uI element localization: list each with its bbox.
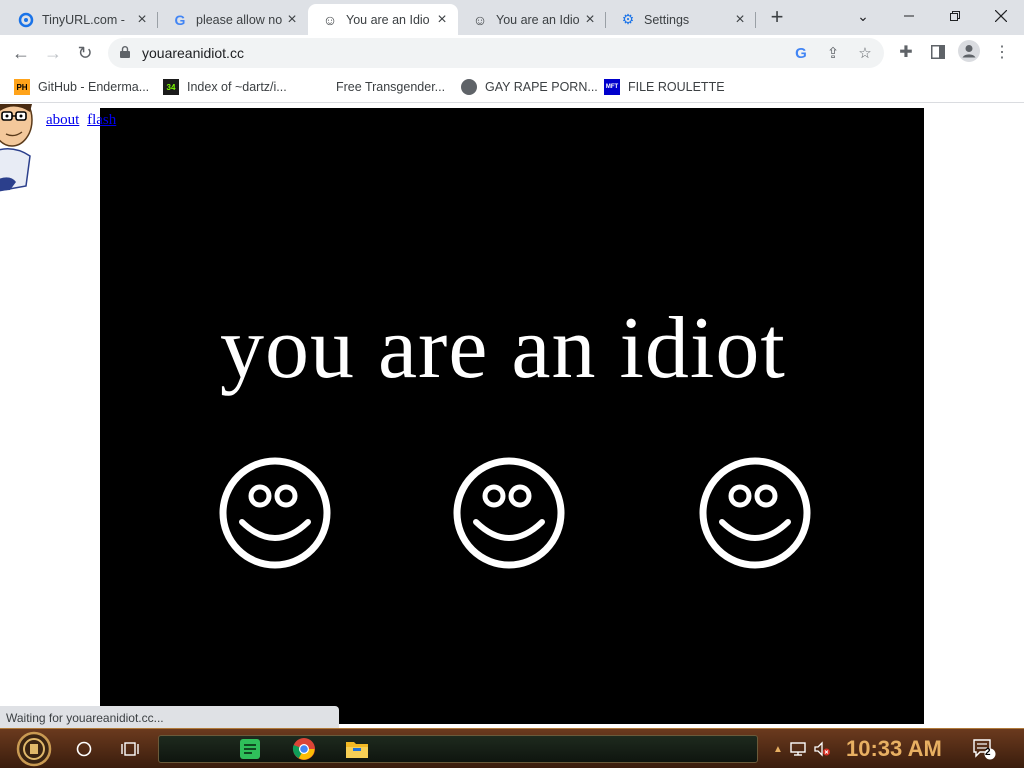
- close-tab-icon[interactable]: ×: [134, 11, 150, 28]
- close-window-button[interactable]: [978, 0, 1024, 32]
- tab-tinyurl[interactable]: TinyURL.com - ×: [4, 4, 158, 35]
- url-text[interactable]: youareanidiot.cc: [142, 45, 244, 61]
- smiley-face-icon: [219, 457, 331, 569]
- lock-icon[interactable]: [120, 46, 130, 58]
- bookmark-label: FILE ROULETTE: [628, 80, 725, 94]
- close-tab-icon[interactable]: ×: [582, 11, 598, 28]
- smiley-face-icon: [699, 457, 811, 569]
- close-tab-icon[interactable]: ×: [434, 11, 450, 28]
- site-favicon-icon: [312, 79, 328, 95]
- tinyurl-icon: [18, 12, 34, 28]
- ph-logo-icon: PH: [14, 79, 30, 95]
- bookmarks-bar: PH GitHub - Enderma... 34 Index of ~dart…: [0, 71, 1024, 103]
- google-lens-icon[interactable]: G: [791, 43, 811, 63]
- tab-separator: [755, 12, 756, 28]
- bookmark-label: GitHub - Enderma...: [38, 80, 150, 94]
- page-links: about flash: [46, 112, 120, 129]
- smiley-icon: ☺: [472, 11, 488, 28]
- tab-you-are-an-idiot[interactable]: ☺ You are an Idio ×: [458, 4, 606, 35]
- back-arrow-icon[interactable]: ←: [8, 40, 34, 66]
- close-tab-icon[interactable]: ×: [284, 11, 300, 28]
- globe-icon: [461, 79, 477, 95]
- reload-icon[interactable]: ↻: [72, 40, 98, 66]
- web-page: you are an idiot about flash: [0, 104, 1024, 728]
- gear-icon: ⚙: [621, 11, 635, 27]
- bookmark-github[interactable]: PH GitHub - Enderma...: [14, 77, 149, 97]
- sticky-notes-app-icon[interactable]: [236, 735, 264, 763]
- cartoon-mascot-image: [0, 104, 33, 192]
- smiley-icon: ☺: [322, 11, 338, 28]
- tab-title: Settings: [644, 12, 690, 27]
- index-site-icon: 34: [163, 79, 179, 95]
- close-tab-icon[interactable]: ×: [732, 11, 748, 28]
- about-link[interactable]: about: [46, 112, 79, 128]
- tab-title: please allow no: [196, 12, 283, 27]
- bookmark-label: Free Transgender...: [336, 80, 446, 94]
- profile-avatar-icon[interactable]: [958, 39, 980, 63]
- tab-search-chevron-icon[interactable]: ⌄: [840, 0, 886, 32]
- notification-count-badge: 2: [985, 747, 991, 758]
- new-tab-button[interactable]: +: [766, 6, 788, 29]
- browser-toolbar: ← → ↻ youareanidiot.cc G ⇪ ☆ ✚ ⋮: [0, 35, 1024, 71]
- file-explorer-app-icon[interactable]: [343, 735, 371, 763]
- bookmark-star-icon[interactable]: ☆: [855, 43, 875, 63]
- tab-title: TinyURL.com -: [42, 12, 125, 27]
- google-icon: G: [174, 11, 186, 28]
- taskbar: ▲ 10:33 AM 2: [0, 728, 1024, 768]
- bookmark-free-transgender[interactable]: Free Transgender...: [312, 77, 445, 97]
- headline-text: you are an idiot: [220, 300, 786, 397]
- tab-strip: TinyURL.com - × G please allow no × ☺ Yo…: [0, 0, 1024, 35]
- tab-google[interactable]: G please allow no ×: [158, 4, 308, 35]
- search-circle-icon[interactable]: [70, 735, 98, 763]
- extensions-puzzle-icon[interactable]: ✚: [895, 40, 917, 64]
- side-panel-icon[interactable]: [927, 40, 949, 64]
- bookmark-file-roulette[interactable]: MFT FILE ROULETTE: [604, 77, 725, 97]
- mft-logo-icon: MFT: [604, 79, 620, 95]
- chrome-app-icon[interactable]: [290, 735, 318, 763]
- status-bubble: Waiting for youareanidiot.cc...: [0, 706, 339, 728]
- flash-link[interactable]: flash: [87, 112, 116, 128]
- bookmark-index-dartz[interactable]: 34 Index of ~dartz/i...: [163, 77, 287, 97]
- flash-stage[interactable]: you are an idiot: [100, 108, 924, 724]
- restore-button[interactable]: [932, 0, 978, 32]
- tab-you-are-an-idiot-active[interactable]: ☺ You are an Idio ×: [308, 4, 458, 35]
- share-icon[interactable]: ⇪: [823, 43, 843, 63]
- task-view-icon[interactable]: [116, 735, 144, 763]
- smiley-face-icon: [453, 457, 565, 569]
- menu-kebab-icon[interactable]: ⋮: [991, 40, 1013, 64]
- notification-center-icon[interactable]: 2: [970, 735, 998, 763]
- start-button-icon[interactable]: [12, 731, 56, 767]
- volume-muted-icon[interactable]: [808, 735, 836, 763]
- taskbar-clock[interactable]: 10:33 AM: [846, 736, 942, 762]
- tab-settings[interactable]: ⚙ Settings ×: [606, 4, 756, 35]
- address-bar[interactable]: youareanidiot.cc G ⇪ ☆: [108, 38, 884, 68]
- tab-title: You are an Idio: [346, 12, 430, 27]
- bookmark-label: GAY RAPE PORN...: [485, 80, 598, 94]
- minimize-button[interactable]: [886, 0, 932, 32]
- forward-arrow-icon[interactable]: →: [40, 40, 66, 66]
- bookmark-gay-rape-porn[interactable]: GAY RAPE PORN...: [461, 77, 598, 97]
- bookmark-label: Index of ~dartz/i...: [187, 80, 287, 94]
- tab-title: You are an Idio: [496, 12, 580, 27]
